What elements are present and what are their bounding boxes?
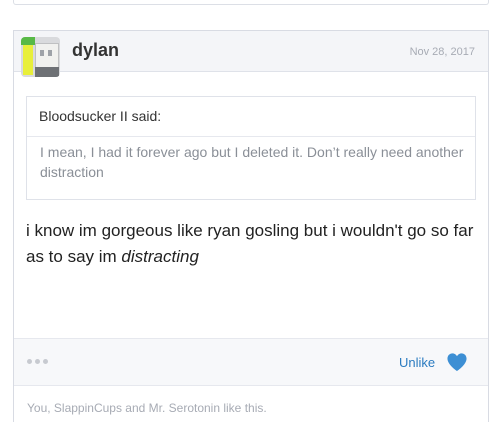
message-text: i know im gorgeous like ryan gosling but… xyxy=(26,221,474,266)
avatar[interactable] xyxy=(21,37,60,77)
likes-summary-bar: You, SlappinCups and Mr. Serotonin like … xyxy=(14,385,488,423)
quote-block: Bloodsucker II said: I mean, I had it fo… xyxy=(26,96,476,200)
post-header: dylan Nov 28, 2017 xyxy=(14,31,488,77)
heart-shape xyxy=(447,353,467,372)
quote-text: I mean, I had it forever ago but I delet… xyxy=(40,144,464,180)
post-date[interactable]: Nov 28, 2017 xyxy=(410,46,475,58)
quote-author[interactable]: Bloodsucker II said: xyxy=(27,108,475,137)
message-emphasis: distracting xyxy=(121,247,199,266)
post-message: i know im gorgeous like ryan gosling but… xyxy=(26,218,478,270)
previous-post-edge xyxy=(13,0,489,5)
username[interactable]: dylan xyxy=(72,40,119,61)
more-options-icon[interactable] xyxy=(27,359,48,364)
heart-icon[interactable] xyxy=(446,352,468,372)
forum-post: dylan Nov 28, 2017 Bloodsucker II said: … xyxy=(13,30,489,423)
unlike-button[interactable]: Unlike xyxy=(399,355,435,370)
likes-summary[interactable]: You, SlappinCups and Mr. Serotonin like … xyxy=(27,401,267,415)
post-actions-bar: Unlike xyxy=(14,338,488,385)
